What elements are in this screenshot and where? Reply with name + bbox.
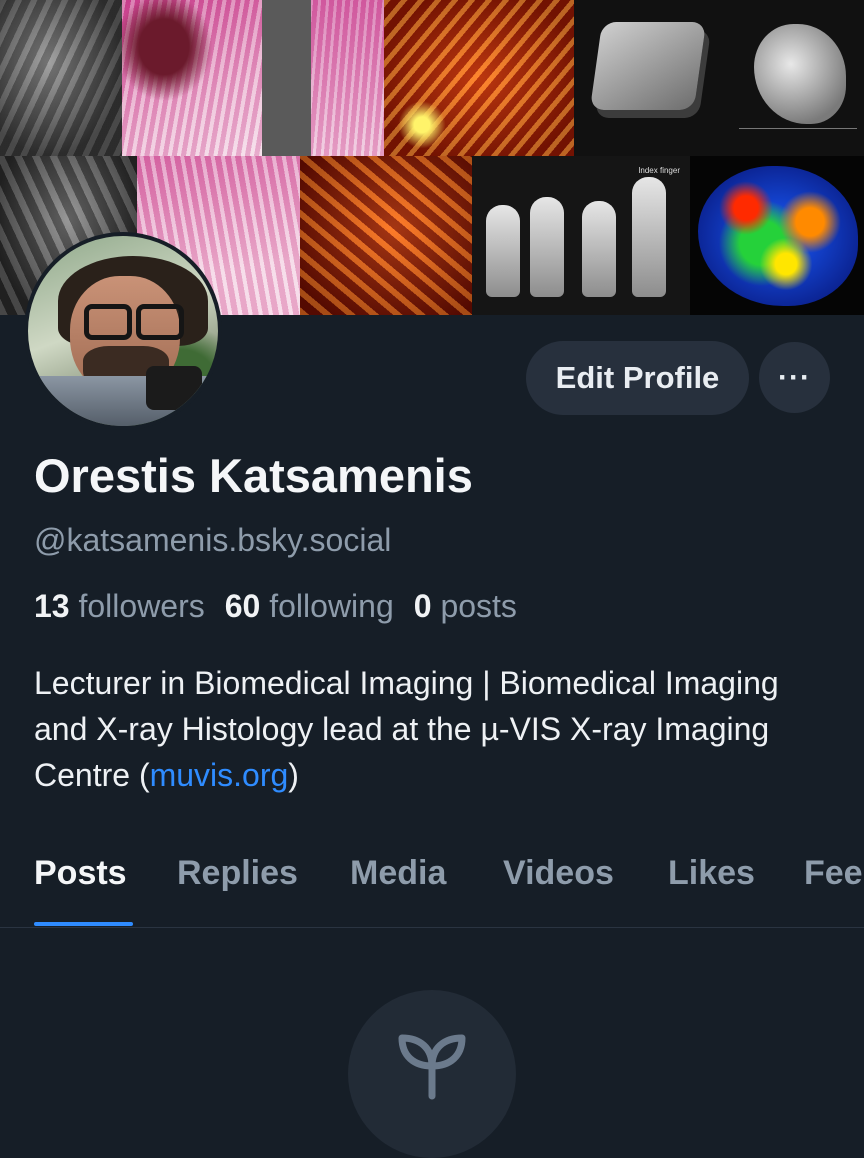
banner-tile-comparison [262,0,384,156]
profile-bio: Lecturer in Biomedical Imaging | Biomedi… [34,660,834,798]
tab-feeds[interactable]: Fee [804,854,863,893]
finger-panel-label: Index finger [638,166,680,175]
profile-stats: 13 followers 60 following 0 posts [34,588,537,625]
bio-end: ) [288,757,299,793]
bio-link[interactable]: muvis.org [150,757,289,793]
followers-label: followers [78,588,205,624]
following-stat[interactable]: 60 following [225,588,394,625]
followers-stat[interactable]: 13 followers [34,588,205,625]
posts-stat: 0 posts [414,588,517,625]
posts-count: 0 [413,588,432,624]
empty-state-icon-container [348,990,516,1158]
banner-tile-histology [122,0,262,156]
ellipsis-icon: ··· [778,360,811,394]
posts-label: posts [440,588,517,624]
tab-likes[interactable]: Likes [668,854,755,893]
followers-count: 13 [34,588,70,624]
sprout-icon [398,1034,466,1100]
avatar[interactable] [24,232,222,430]
following-count: 60 [224,588,261,624]
tab-replies[interactable]: Replies [177,854,298,893]
banner-tile-3d-render [574,0,864,156]
bio-text: Lecturer in Biomedical Imaging | Biomedi… [34,665,779,793]
banner-tile-fingers: Index finger [472,156,690,315]
banner-tile-vessels [384,0,574,156]
tab-videos[interactable]: Videos [503,854,614,893]
active-tab-indicator [34,922,133,926]
following-label: following [269,588,394,624]
banner-tile-vessels-2 [300,156,472,315]
tab-posts[interactable]: Posts [34,854,127,893]
profile-tabs: Posts Replies Media Videos Likes Fee [0,850,864,928]
more-options-button[interactable]: ··· [759,342,830,413]
handle: @katsamenis.bsky.social [34,522,392,558]
edit-profile-button[interactable]: Edit Profile [526,341,749,415]
banner-tile-mri [0,0,122,156]
tab-media[interactable]: Media [350,854,446,893]
display-name: Orestis Katsamenis [34,449,473,502]
tabs-divider [0,927,864,928]
banner-tile-heatmap [690,156,864,315]
